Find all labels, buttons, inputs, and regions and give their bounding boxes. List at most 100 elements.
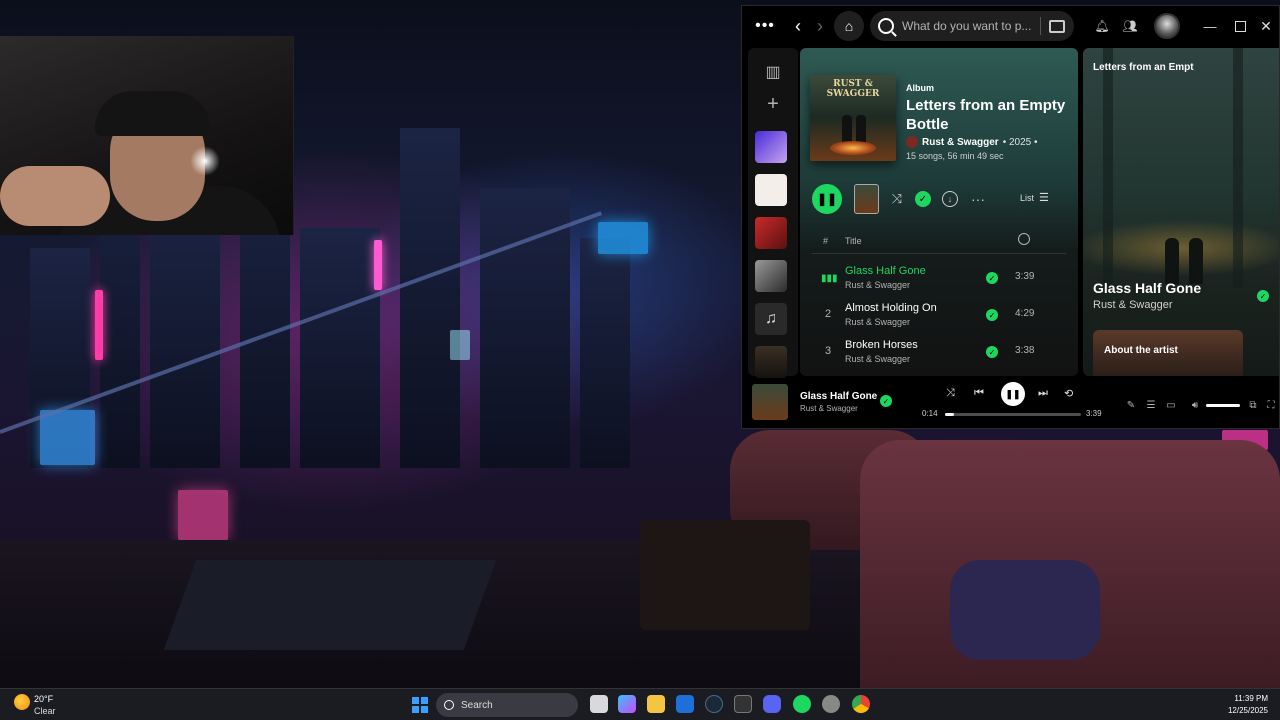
- friends-icon[interactable]: 👥︎: [1122, 18, 1138, 34]
- repeat-icon[interactable]: ⟲: [1064, 385, 1073, 401]
- outlook-icon[interactable]: [676, 695, 694, 713]
- track-row[interactable]: 3 Broken Horses Rust & Swagger ✓ 3:38: [812, 334, 1066, 370]
- bell-icon[interactable]: 🔔︎: [1094, 18, 1110, 34]
- view-label: List: [1020, 192, 1035, 203]
- top-bar: ••• ‹ › ⌂ 🔔︎ 👥︎ — ✕: [742, 6, 1279, 46]
- plus-icon[interactable]: +: [757, 88, 789, 120]
- copilot-icon[interactable]: [618, 695, 636, 713]
- playing-equalizer-icon: ▮▮▮: [821, 273, 838, 284]
- about-artist-card[interactable]: About the artist: [1093, 330, 1243, 376]
- queue-icon[interactable]: ☰: [1144, 399, 1158, 411]
- pillow: [950, 560, 1100, 660]
- pause-button[interactable]: ❚❚: [1001, 382, 1025, 406]
- library-tile[interactable]: [755, 346, 787, 378]
- track-duration: 3:39: [1015, 271, 1035, 282]
- webcam-person-cap: [95, 91, 210, 136]
- track-title[interactable]: Broken Horses: [845, 339, 918, 351]
- weather-condition[interactable]: Clear: [34, 706, 56, 716]
- track-row[interactable]: ▮▮▮ Glass Half Gone Rust & Swagger ✓ 3:3…: [812, 260, 1066, 296]
- city-building: [300, 228, 380, 468]
- city-building: [150, 208, 220, 468]
- saved-check-icon[interactable]: ✓: [1257, 290, 1269, 302]
- spotify-icon[interactable]: [793, 695, 811, 713]
- app-icon[interactable]: [734, 695, 752, 713]
- music-note-icon[interactable]: ♫: [755, 303, 787, 335]
- task-view-icon[interactable]: [590, 695, 608, 713]
- saved-check-icon[interactable]: ✓: [986, 346, 998, 358]
- back-arrow-icon[interactable]: ‹: [788, 16, 808, 36]
- volume-icon[interactable]: 🔊︎: [1188, 399, 1202, 411]
- close-icon[interactable]: ✕: [1258, 18, 1274, 34]
- app-icon[interactable]: [822, 695, 840, 713]
- neon-screen: [40, 410, 95, 465]
- more-options-icon[interactable]: ···: [968, 191, 988, 207]
- album-summary: 15 songs, 56 min 49 sec: [906, 151, 1004, 161]
- lyrics-icon[interactable]: ✎: [1124, 399, 1138, 411]
- view-toggle[interactable]: List ☰: [1020, 191, 1049, 204]
- clock-date[interactable]: 12/25/2025: [1222, 706, 1268, 715]
- clock-time[interactable]: 11:39 PM: [1222, 694, 1268, 703]
- library-tile[interactable]: [755, 174, 787, 206]
- player-cover[interactable]: [752, 384, 788, 420]
- now-playing-song[interactable]: Glass Half Gone: [1093, 280, 1201, 296]
- windows-start-icon[interactable]: [412, 697, 428, 713]
- album-artist-link[interactable]: Rust & Swagger: [922, 137, 999, 148]
- track-artist[interactable]: Rust & Swagger: [845, 280, 910, 290]
- now-playing-header[interactable]: Letters from an Empt: [1093, 62, 1194, 73]
- search-icon: [878, 18, 894, 34]
- track-artist[interactable]: Rust & Swagger: [845, 317, 910, 327]
- liked-songs-tile[interactable]: [755, 131, 787, 163]
- weather-temperature[interactable]: 20°F: [34, 694, 53, 704]
- header-number: #: [823, 236, 829, 246]
- saved-check-icon[interactable]: ✓: [880, 395, 892, 407]
- artwork-figure: [1189, 238, 1203, 284]
- track-title[interactable]: Glass Half Gone: [845, 265, 926, 277]
- library-tile[interactable]: [755, 260, 787, 292]
- next-icon[interactable]: ⏭︎: [1038, 385, 1048, 401]
- weather-icon[interactable]: [14, 694, 30, 710]
- volume-slider[interactable]: [1206, 404, 1240, 407]
- search-input[interactable]: [902, 19, 1032, 33]
- progress-bar[interactable]: [945, 413, 1081, 416]
- discord-icon[interactable]: [763, 695, 781, 713]
- pause-button[interactable]: ❚❚: [812, 184, 842, 214]
- library-icon[interactable]: ▥: [757, 56, 789, 88]
- album-cover: RUST & SWAGGER: [810, 75, 896, 161]
- saved-check-icon[interactable]: ✓: [915, 191, 931, 207]
- taskbar-search[interactable]: Search: [436, 693, 578, 717]
- minimize-icon[interactable]: —: [1202, 18, 1218, 34]
- forward-arrow-icon[interactable]: ›: [810, 16, 830, 36]
- search-bar[interactable]: [870, 11, 1074, 41]
- avatar[interactable]: [1154, 13, 1180, 39]
- steam-icon[interactable]: [705, 695, 723, 713]
- player-track-title[interactable]: Glass Half Gone: [800, 391, 877, 402]
- connect-device-icon[interactable]: ▭: [1164, 399, 1178, 411]
- library-tile[interactable]: [755, 217, 787, 249]
- maximize-icon[interactable]: [1232, 18, 1248, 34]
- track-number: 2: [824, 308, 832, 320]
- miniplayer-icon[interactable]: ⧉: [1246, 399, 1260, 411]
- saved-check-icon[interactable]: ✓: [986, 272, 998, 284]
- saved-check-icon[interactable]: ✓: [986, 309, 998, 321]
- track-title[interactable]: Almost Holding On: [845, 302, 937, 314]
- neon-screen: [178, 490, 228, 540]
- home-icon[interactable]: ⌂: [834, 11, 864, 41]
- track-artist[interactable]: Rust & Swagger: [845, 354, 910, 364]
- chrome-icon[interactable]: [852, 695, 870, 713]
- previous-icon[interactable]: ⏮︎: [974, 385, 984, 401]
- shuffle-icon[interactable]: ⤨: [946, 385, 955, 401]
- download-icon[interactable]: ↓: [942, 191, 958, 207]
- browse-icon[interactable]: [1049, 19, 1065, 33]
- fullscreen-icon[interactable]: ⛶: [1264, 399, 1278, 411]
- player-track-artist[interactable]: Rust & Swagger: [800, 404, 858, 413]
- desk-console: [163, 560, 497, 650]
- shuffle-icon[interactable]: ⤨: [888, 191, 906, 207]
- current-time: 0:14: [922, 409, 938, 418]
- progress-fill: [945, 413, 954, 416]
- album-preview-thumbnail[interactable]: [854, 184, 879, 214]
- track-number: 3: [824, 345, 832, 357]
- now-playing-artist[interactable]: Rust & Swagger: [1093, 299, 1172, 311]
- file-explorer-icon[interactable]: [647, 695, 665, 713]
- menu-dots-icon[interactable]: •••: [754, 17, 776, 34]
- track-row[interactable]: 2 Almost Holding On Rust & Swagger ✓ 4:2…: [812, 297, 1066, 333]
